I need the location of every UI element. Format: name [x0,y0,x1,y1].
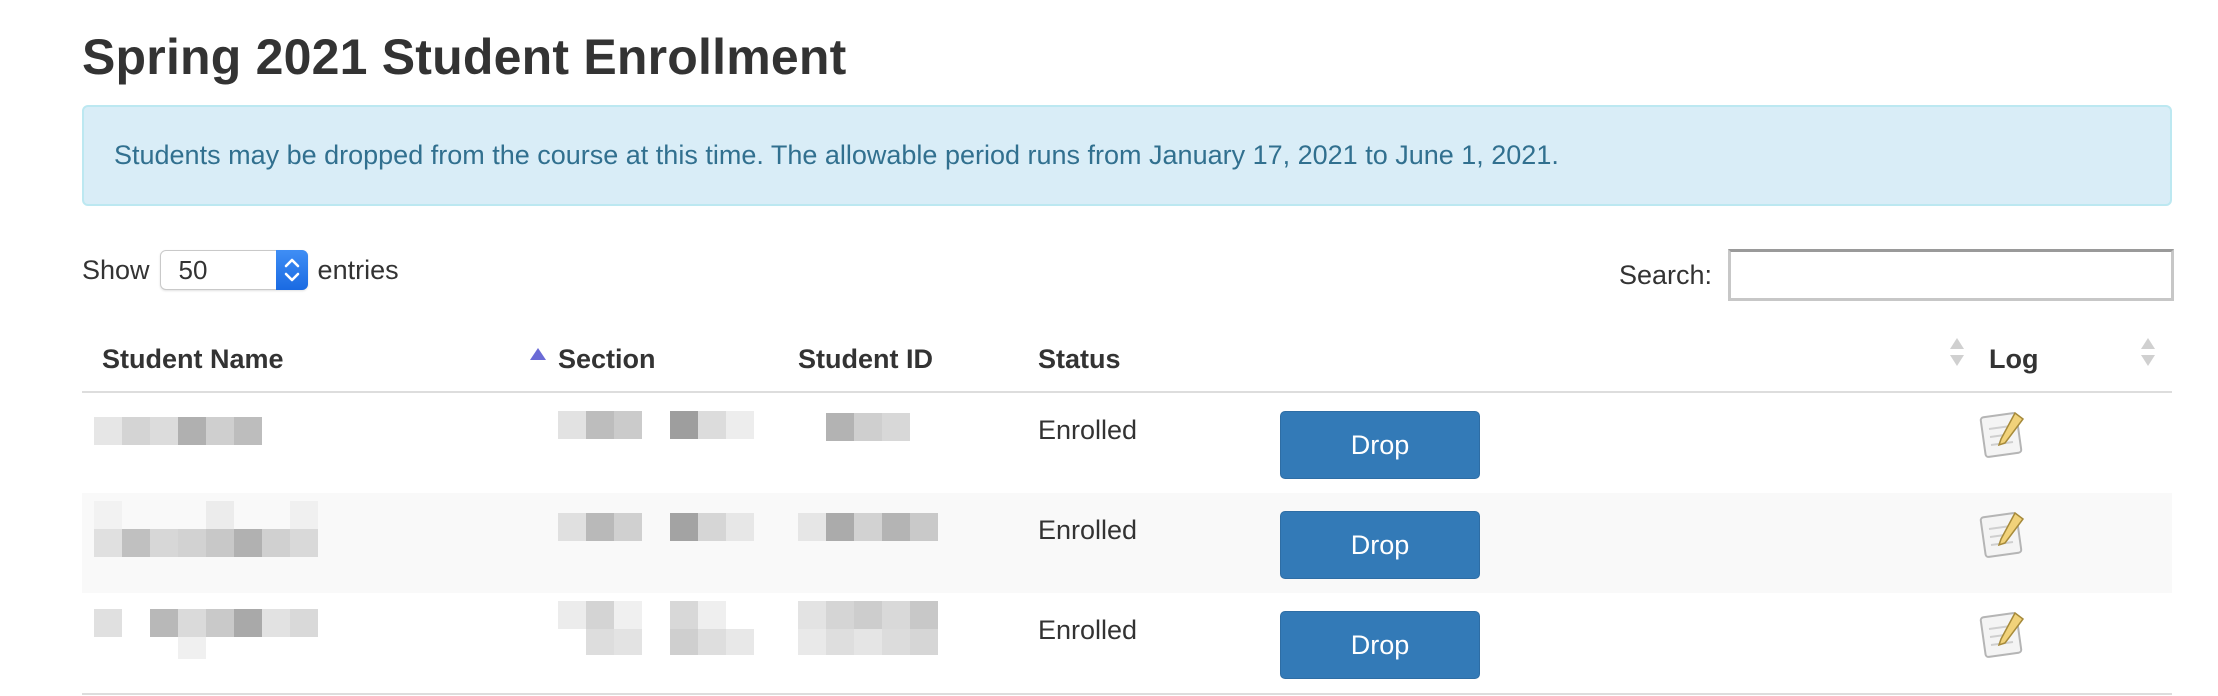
sort-both-icon [2139,337,2157,374]
notepad-pencil-icon[interactable] [1977,407,2031,461]
student-name-cell [82,593,558,695]
student-name-cell [82,493,558,593]
column-header-label: Status [1038,343,1121,374]
drop-button[interactable]: Drop [1280,611,1480,679]
entries-select-value: 50 [178,254,208,285]
student-id-cell [798,593,1038,695]
column-header-action[interactable] [1278,327,1983,393]
sort-ascending-icon [529,337,547,368]
column-header-student-name[interactable]: Student Name [82,327,558,393]
column-header-label: Student Name [102,343,284,374]
page-title: Spring 2021 Student Enrollment [82,29,847,85]
redacted-section-image [558,513,754,541]
notepad-pencil-icon[interactable] [1977,507,2031,561]
log-cell [1979,593,2172,695]
entries-label: entries [317,254,399,285]
redacted-section-image [558,601,754,655]
select-stepper-icon[interactable] [275,250,308,290]
redacted-id-image [798,513,938,541]
show-label: Show [82,254,150,285]
column-header-label: Student ID [798,343,933,374]
redacted-name-image [94,609,318,659]
status-text: Enrolled [1038,515,1138,545]
sort-both-icon [1948,337,1966,374]
status-cell: Enrolled [1038,493,1278,593]
log-cell [1979,493,2172,593]
drop-button[interactable]: Drop [1280,511,1480,579]
redacted-id-image [798,601,938,655]
redacted-id-image [826,413,910,441]
status-cell: Enrolled [1038,593,1278,695]
column-header-student-id[interactable]: Student ID [798,327,1038,393]
search-control: Search: [1619,248,2174,302]
column-header-label: Log [1989,343,2039,374]
drop-button[interactable]: Drop [1280,411,1480,479]
enrollment-table: Student Name Section Student ID Status L… [82,327,2172,695]
table-header-row: Student Name Section Student ID Status L… [82,327,2172,393]
drop-period-notice: Students may be dropped from the course … [82,105,2172,206]
notepad-pencil-icon[interactable] [1977,607,2031,661]
status-cell: Enrolled [1038,392,1278,493]
entries-select[interactable]: 50 [159,250,308,290]
column-header-log[interactable]: Log [1983,327,2172,393]
action-cell: Drop [1278,593,1983,695]
section-cell [558,392,798,493]
redacted-section-image [558,411,754,439]
action-cell: Drop [1278,493,1983,593]
action-cell: Drop [1278,392,1983,493]
status-text: Enrolled [1038,415,1138,445]
student-id-cell [798,493,1038,593]
student-id-cell [798,392,1038,493]
entries-length-control: Show 50 entries [82,248,399,292]
status-text: Enrolled [1038,615,1138,645]
search-label: Search: [1618,259,1712,290]
column-header-status[interactable]: Status [1038,327,1278,393]
section-cell [558,493,798,593]
notice-text: Students may be dropped from the course … [114,140,1559,170]
section-cell [558,593,798,695]
redacted-name-image [94,501,318,557]
search-input[interactable] [1728,249,2174,301]
column-header-label: Section [558,343,656,374]
student-name-cell [82,392,558,493]
column-header-section[interactable]: Section [558,327,798,393]
table-row: Enrolled Drop [82,493,2172,593]
table-row: Enrolled Drop [82,392,2172,493]
table-row: Enrolled Drop [82,593,2172,695]
log-cell [1979,392,2172,493]
redacted-name-image [94,417,262,445]
